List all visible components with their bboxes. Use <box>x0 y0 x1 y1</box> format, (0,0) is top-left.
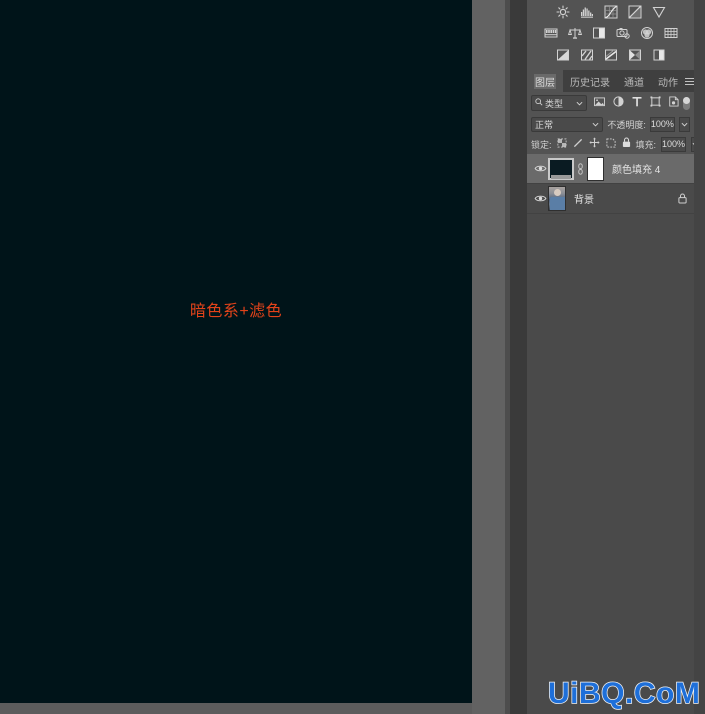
filter-type-dropdown[interactable]: 类型 <box>531 95 587 111</box>
chevron-down-icon <box>592 119 599 129</box>
layers-list[interactable]: 颜色填充 4 背景 <box>527 154 694 714</box>
tab-channels[interactable]: 通道 <box>617 70 651 92</box>
color-balance-icon[interactable] <box>567 26 582 41</box>
layer-thumbnails <box>548 186 566 211</box>
panel-tab-bar: 图层 历史记录 通道 动作 <box>527 70 695 92</box>
black-white-icon[interactable] <box>591 26 606 41</box>
filter-enable-toggle[interactable] <box>683 96 690 110</box>
layer-thumbnails <box>548 156 604 181</box>
document-canvas[interactable]: 暗色系+滤色 <box>0 0 472 703</box>
photoshop-window: 暗色系+滤色 图层 历史记录 通道 动作 类型 正常 不透明度: 100% 锁定… <box>0 0 705 714</box>
layer-visibility-icon[interactable] <box>532 194 548 203</box>
layer-mask-thumbnail[interactable] <box>587 156 604 181</box>
adjustments-row-1 <box>527 0 694 22</box>
lock-transparent-pixels-icon[interactable] <box>557 135 567 153</box>
filter-type-label: 类型 <box>545 98 564 109</box>
adjustments-row-3 <box>527 44 694 66</box>
fill-input[interactable]: 100% <box>661 136 687 152</box>
levels-icon[interactable] <box>579 5 594 20</box>
tab-channels-label: 通道 <box>624 77 644 89</box>
hue-saturation-icon[interactable] <box>543 26 558 41</box>
layer-link-icon[interactable] <box>577 162 584 175</box>
filter-icon-group <box>594 94 679 112</box>
invert-icon[interactable] <box>555 48 570 63</box>
opacity-dropdown-arrow[interactable] <box>678 116 690 132</box>
chevron-down-icon <box>576 98 583 108</box>
layer-photo-thumbnail[interactable] <box>548 186 566 211</box>
canvas-text-label: 暗色系+滤色 <box>189 303 283 320</box>
blend-mode-row: 正常 不透明度: 100% <box>527 114 694 134</box>
layer-fill-thumbnail[interactable] <box>548 157 574 180</box>
layer-filter-row: 类型 <box>527 92 694 114</box>
adjustments-panel <box>527 0 694 70</box>
brightness-contrast-icon[interactable] <box>555 5 570 20</box>
lock-row: 锁定: 填充: 100% <box>527 134 701 154</box>
tab-actions[interactable]: 动作 <box>651 70 685 92</box>
canvas-bottom-strip <box>0 703 472 714</box>
color-lookup-icon[interactable] <box>663 26 678 41</box>
blend-mode-value: 正常 <box>535 119 554 130</box>
opacity-input[interactable]: 100% <box>649 116 675 132</box>
lock-label: 锁定: <box>531 139 552 150</box>
layer-name-label[interactable]: 背景 <box>574 191 675 206</box>
filter-shape-icon[interactable] <box>650 94 661 112</box>
tab-history-label: 历史记录 <box>570 77 610 89</box>
tab-layers-label: 图层 <box>534 73 556 89</box>
selective-color-icon[interactable] <box>651 48 666 63</box>
curves-icon[interactable] <box>603 5 618 20</box>
posterize-icon[interactable] <box>579 48 594 63</box>
lock-all-icon[interactable] <box>622 135 631 153</box>
layer-name-label[interactable]: 颜色填充 4 <box>612 161 689 176</box>
blend-mode-select[interactable]: 正常 <box>531 116 604 132</box>
lock-artboard-nesting-icon[interactable] <box>605 135 616 153</box>
channel-mixer-icon[interactable] <box>639 26 654 41</box>
tab-history[interactable]: 历史记录 <box>563 70 617 92</box>
filter-adjustment-icon[interactable] <box>613 94 624 112</box>
filter-type-text-icon[interactable] <box>632 94 642 112</box>
search-icon <box>535 98 543 108</box>
layer-locked-icon[interactable] <box>675 193 689 204</box>
tab-actions-label: 动作 <box>658 77 678 89</box>
fill-label: 填充: <box>635 139 657 150</box>
panel-scroll-rail[interactable] <box>694 0 705 714</box>
panel-dock-divider <box>510 0 527 714</box>
tab-layers[interactable]: 图层 <box>527 70 563 92</box>
layer-visibility-icon[interactable] <box>532 164 548 173</box>
threshold-icon[interactable] <box>603 48 618 63</box>
site-watermark: UiBQ.CoM <box>547 676 701 711</box>
lock-image-pixels-icon[interactable] <box>573 135 583 153</box>
filter-pixel-icon[interactable] <box>594 94 605 112</box>
adjustments-row-2 <box>527 22 694 44</box>
vibrance-icon[interactable] <box>651 5 666 20</box>
right-panel-dock: 图层 历史记录 通道 动作 类型 正常 不透明度: 100% 锁定: 填充: 1… <box>527 0 705 714</box>
photo-filter-icon[interactable] <box>615 26 630 41</box>
gradient-map-icon[interactable] <box>627 48 642 63</box>
exposure-icon[interactable] <box>627 5 642 20</box>
lock-icon-group <box>557 135 631 153</box>
layer-row-background[interactable]: 背景 <box>527 184 694 214</box>
filter-smart-object-icon[interactable] <box>669 94 679 112</box>
lock-position-icon[interactable] <box>588 135 600 153</box>
opacity-label: 不透明度: <box>607 119 646 130</box>
layer-row-color-fill[interactable]: 颜色填充 4 <box>527 154 694 184</box>
